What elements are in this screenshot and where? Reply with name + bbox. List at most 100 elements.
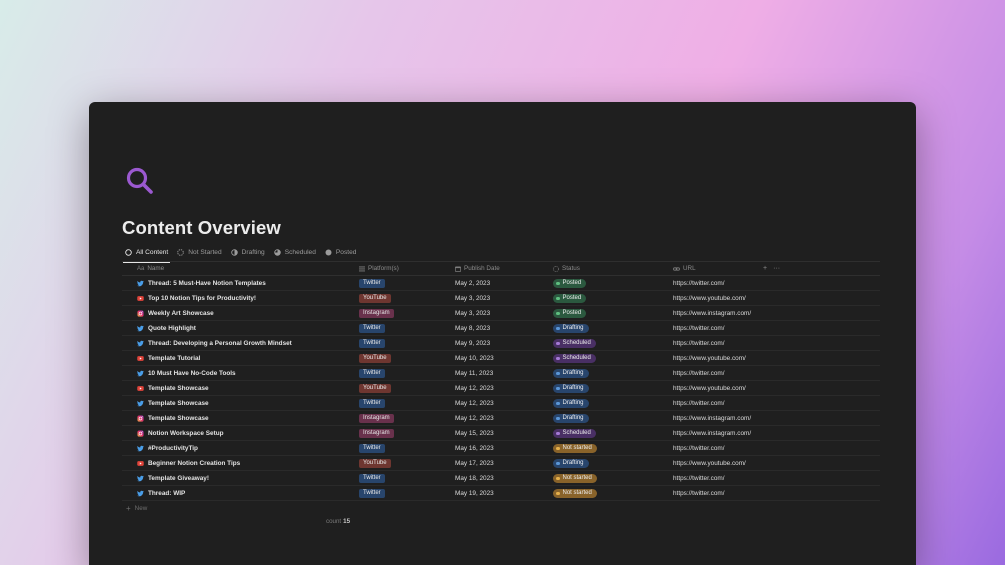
table-row[interactable]: Weekly Art Showcase Instagram May 3, 2023 P…: [122, 306, 880, 321]
row-name-cell[interactable]: Template Tutorial: [137, 351, 200, 366]
row-name-cell[interactable]: Weekly Art Showcase: [137, 306, 214, 321]
row-date-cell[interactable]: May 3, 2023: [455, 291, 490, 306]
row-status-cell[interactable]: Drafting: [553, 456, 589, 471]
row-date-cell[interactable]: May 9, 2023: [455, 336, 490, 351]
row-status-cell[interactable]: Posted: [553, 276, 587, 291]
row-name-cell[interactable]: 10 Must Have No-Code Tools: [137, 366, 236, 381]
row-platform-cell[interactable]: Twitter: [359, 441, 385, 456]
table-row[interactable]: #ProductivityTip Twitter May 16, 2023 Not s…: [122, 441, 880, 456]
row-date-cell[interactable]: May 11, 2023: [455, 366, 493, 381]
row-status-cell[interactable]: Drafting: [553, 321, 589, 336]
row-platform-cell[interactable]: Twitter: [359, 366, 385, 381]
tab-all-content[interactable]: All Content: [122, 245, 171, 263]
column-header-name[interactable]: Aa Name: [137, 261, 164, 276]
row-name-cell[interactable]: Top 10 Notion Tips for Productivity!: [137, 291, 256, 306]
row-date-cell[interactable]: May 3, 2023: [455, 306, 490, 321]
row-date-cell[interactable]: May 19, 2023: [455, 486, 494, 501]
table-row[interactable]: Thread: Developing a Personal Growth Min…: [122, 336, 880, 351]
table-row[interactable]: Template Tutorial YouTube May 10, 2023 Sche…: [122, 351, 880, 366]
more-options-button[interactable]: ···: [773, 265, 780, 272]
row-status-cell[interactable]: Scheduled: [553, 336, 596, 351]
row-platform-cell[interactable]: Twitter: [359, 471, 385, 486]
row-date-cell[interactable]: May 10, 2023: [455, 351, 494, 366]
row-platform-cell[interactable]: Twitter: [359, 396, 385, 411]
table-row[interactable]: Template Showcase Instagram May 12, 2023 Dr…: [122, 411, 880, 426]
row-date-cell[interactable]: May 18, 2023: [455, 471, 494, 486]
row-status-cell[interactable]: Scheduled: [553, 426, 596, 441]
row-date-cell[interactable]: May 17, 2023: [455, 456, 494, 471]
row-date-cell[interactable]: May 8, 2023: [455, 321, 490, 336]
row-url-cell[interactable]: https://www.youtube.com/: [673, 456, 746, 471]
row-name-cell[interactable]: Template Showcase: [137, 396, 209, 411]
new-row-button[interactable]: + New: [122, 501, 880, 515]
row-status-cell[interactable]: Not started: [553, 486, 597, 501]
row-name-cell[interactable]: #ProductivityTip: [137, 441, 198, 456]
row-url-cell[interactable]: https://twitter.com/: [673, 366, 725, 381]
row-status-cell[interactable]: Not started: [553, 471, 597, 486]
row-date-cell[interactable]: May 12, 2023: [455, 411, 494, 426]
table-row[interactable]: Template Showcase Twitter May 12, 2023 Draf…: [122, 396, 880, 411]
column-header-platform[interactable]: Platform(s): [359, 261, 399, 276]
row-status-cell[interactable]: Drafting: [553, 411, 589, 426]
row-platform-cell[interactable]: Twitter: [359, 321, 385, 336]
column-header-url[interactable]: URL: [673, 261, 696, 276]
row-platform-cell[interactable]: YouTube: [359, 456, 391, 471]
row-platform-cell[interactable]: Instagram: [359, 306, 394, 321]
table-row[interactable]: Quote Highlight Twitter May 8, 2023 Draftin…: [122, 321, 880, 336]
table-row[interactable]: Template Showcase YouTube May 12, 2023 Draf…: [122, 381, 880, 396]
row-url-cell[interactable]: https://www.instagram.com/: [673, 306, 751, 321]
row-status-cell[interactable]: Scheduled: [553, 351, 596, 366]
row-status-cell[interactable]: Drafting: [553, 396, 589, 411]
row-name-cell[interactable]: Template Giveaway!: [137, 471, 209, 486]
row-name-cell[interactable]: Notion Workspace Setup: [137, 426, 224, 441]
row-platform-cell[interactable]: Instagram: [359, 411, 394, 426]
row-status-cell[interactable]: Not started: [553, 441, 597, 456]
row-url-cell[interactable]: https://twitter.com/: [673, 321, 725, 336]
row-status-cell[interactable]: Drafting: [553, 366, 589, 381]
tab-drafting[interactable]: Drafting: [230, 245, 265, 259]
row-platform-cell[interactable]: YouTube: [359, 381, 391, 396]
table-row[interactable]: Notion Workspace Setup Instagram May 15, 2…: [122, 426, 880, 441]
row-url-cell[interactable]: https://www.youtube.com/: [673, 291, 746, 306]
table-row[interactable]: Top 10 Notion Tips for Productivity! YouT…: [122, 291, 880, 306]
table-row[interactable]: Thread: WIP Twitter May 19, 2023 Not starte…: [122, 486, 880, 501]
row-date-cell[interactable]: May 12, 2023: [455, 381, 494, 396]
row-platform-cell[interactable]: Twitter: [359, 336, 385, 351]
column-header-date[interactable]: Publish Date: [455, 261, 500, 276]
row-name-cell[interactable]: Quote Highlight: [137, 321, 196, 336]
row-platform-cell[interactable]: YouTube: [359, 351, 391, 366]
row-date-cell[interactable]: May 15, 2023: [455, 426, 494, 441]
row-platform-cell[interactable]: Instagram: [359, 426, 394, 441]
row-url-cell[interactable]: https://twitter.com/: [673, 396, 725, 411]
add-property-button[interactable]: +: [763, 265, 767, 272]
row-date-cell[interactable]: May 12, 2023: [455, 396, 494, 411]
row-name-cell[interactable]: Template Showcase: [137, 381, 209, 396]
row-platform-cell[interactable]: Twitter: [359, 486, 385, 501]
row-url-cell[interactable]: https://twitter.com/: [673, 441, 725, 456]
row-status-cell[interactable]: Posted: [553, 306, 587, 321]
column-header-status[interactable]: Status: [553, 261, 580, 276]
row-name-cell[interactable]: Template Showcase: [137, 411, 209, 426]
row-name-cell[interactable]: Thread: 5 Must-Have Notion Templates: [137, 276, 266, 291]
table-row[interactable]: Thread: 5 Must-Have Notion Templates Twit…: [122, 276, 880, 291]
tab-posted[interactable]: Posted: [325, 245, 356, 259]
row-url-cell[interactable]: https://www.youtube.com/: [673, 381, 746, 396]
row-name-cell[interactable]: Beginner Notion Creation Tips: [137, 456, 240, 471]
row-url-cell[interactable]: https://twitter.com/: [673, 336, 725, 351]
table-row[interactable]: Template Giveaway! Twitter May 18, 2023 Not…: [122, 471, 880, 486]
table-row[interactable]: 10 Must Have No-Code Tools Twitter May 11,…: [122, 366, 880, 381]
row-url-cell[interactable]: https://twitter.com/: [673, 276, 725, 291]
row-url-cell[interactable]: https://www.youtube.com/: [673, 351, 746, 366]
row-url-cell[interactable]: https://www.instagram.com/: [673, 426, 751, 441]
row-url-cell[interactable]: https://www.instagram.com/: [673, 411, 751, 426]
tab-scheduled[interactable]: Scheduled: [273, 245, 316, 259]
row-name-cell[interactable]: Thread: Developing a Personal Growth Min…: [137, 336, 292, 351]
row-date-cell[interactable]: May 16, 2023: [455, 441, 494, 456]
row-platform-cell[interactable]: YouTube: [359, 291, 391, 306]
tab-not-started[interactable]: Not Started: [177, 245, 222, 259]
row-date-cell[interactable]: May 2, 2023: [455, 276, 490, 291]
row-platform-cell[interactable]: Twitter: [359, 276, 385, 291]
row-url-cell[interactable]: https://twitter.com/: [673, 471, 725, 486]
row-name-cell[interactable]: Thread: WIP: [137, 486, 185, 501]
row-status-cell[interactable]: Posted: [553, 291, 587, 306]
